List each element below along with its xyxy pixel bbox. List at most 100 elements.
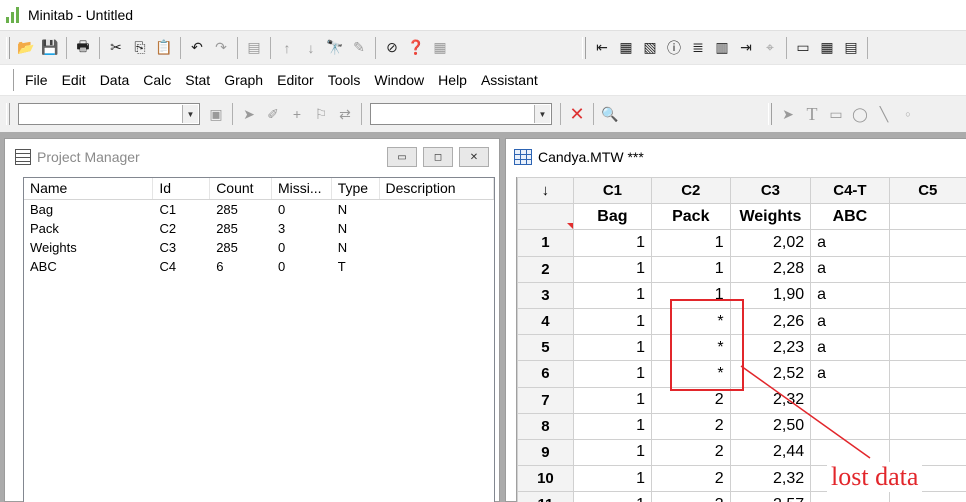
list-item[interactable]: Weights C3 285 0 N	[24, 238, 494, 257]
row-number[interactable]: 10	[517, 465, 574, 493]
table-cell[interactable]	[810, 386, 890, 414]
table-cell[interactable]: 3	[650, 491, 731, 502]
info-icon[interactable]: ⓘ	[663, 37, 685, 59]
minimize-button[interactable]: ▭	[387, 147, 417, 167]
table-cell[interactable]	[888, 386, 966, 414]
menu-data[interactable]: Data	[93, 72, 137, 88]
menu-assistant[interactable]: Assistant	[474, 72, 545, 88]
header-type[interactable]: Type	[332, 178, 380, 199]
table-cell[interactable]: 1	[572, 465, 652, 493]
table-cell[interactable]: 2,28	[729, 255, 812, 283]
paste-icon[interactable]: 📋	[153, 37, 175, 59]
session-window-icon[interactable]: ⇤	[591, 37, 613, 59]
cut-icon[interactable]: ✂	[105, 37, 127, 59]
table-cell[interactable]: 2,32	[729, 465, 812, 493]
table-cell[interactable]: a	[810, 307, 890, 336]
menu-graph[interactable]: Graph	[217, 72, 270, 88]
list-item[interactable]: Bag C1 285 0 N	[24, 200, 494, 219]
header-name[interactable]: Name	[24, 178, 154, 199]
table-cell[interactable]: 2	[650, 438, 731, 467]
menu-window[interactable]: Window	[367, 72, 431, 88]
row-number[interactable]: 6	[517, 360, 574, 388]
show-session-icon[interactable]: ▭	[792, 37, 814, 59]
table-cell[interactable]	[810, 412, 890, 440]
text-tool-icon[interactable]: T	[801, 103, 823, 125]
row-number[interactable]: 8	[517, 412, 574, 440]
replace-icon[interactable]: ✎	[348, 37, 370, 59]
column-name-cell[interactable]: ABC	[810, 203, 890, 231]
table-cell[interactable]	[888, 229, 966, 257]
header-description[interactable]: Description	[380, 178, 494, 199]
table-cell[interactable]	[888, 281, 966, 309]
ellipse-tool-icon[interactable]: ◯	[849, 103, 871, 125]
menu-edit[interactable]: Edit	[55, 72, 93, 88]
table-cell[interactable]	[888, 491, 966, 502]
worksheets-icon[interactable]: ▦	[615, 37, 637, 59]
related-documents-icon[interactable]: ⇥	[735, 37, 757, 59]
column-id-c3[interactable]: C3	[729, 177, 812, 205]
table-cell[interactable]	[888, 307, 966, 336]
table-cell[interactable]: 1	[572, 360, 652, 388]
help-icon[interactable]: ❓	[405, 37, 427, 59]
swap-icon[interactable]: ⇄	[334, 103, 356, 125]
line-tool-icon[interactable]: ╲	[873, 103, 895, 125]
table-cell[interactable]: 1	[572, 412, 652, 440]
row-number[interactable]: 4	[517, 307, 574, 336]
worksheet-titlebar[interactable]: Candya.MTW ***	[506, 139, 966, 175]
column-name-cell[interactable]	[888, 203, 966, 231]
marker-tool-icon[interactable]: ○	[897, 103, 919, 125]
copy-icon[interactable]: ⎘	[129, 37, 151, 59]
next-row-icon[interactable]: ↓	[300, 37, 322, 59]
stat-guide-icon[interactable]: ▦	[429, 37, 451, 59]
show-worksheet-icon[interactable]: ▦	[816, 37, 838, 59]
worksheet-dropdown[interactable]: ▼	[370, 103, 552, 125]
table-cell[interactable]: 1	[572, 307, 652, 336]
report-pad-icon[interactable]: ▥	[711, 37, 733, 59]
table-cell[interactable]: 1	[572, 255, 652, 283]
table-cell[interactable]: a	[810, 229, 890, 257]
table-cell[interactable]: 1	[572, 334, 652, 362]
row-number[interactable]: 11	[517, 491, 574, 502]
row-number[interactable]: 7	[517, 386, 574, 414]
rectangle-tool-icon[interactable]: ▭	[825, 103, 847, 125]
menu-calc[interactable]: Calc	[136, 72, 178, 88]
graph-element-dropdown[interactable]: ▼	[18, 103, 200, 125]
flag-icon[interactable]: ⚐	[310, 103, 332, 125]
data-direction-arrow[interactable]: ↓	[517, 177, 574, 205]
brush-icon[interactable]: ✐	[262, 103, 284, 125]
list-item[interactable]: ABC C4 6 0 T	[24, 257, 494, 276]
edit-last-dialog-icon[interactable]: ▤	[243, 37, 265, 59]
toolbar-grip[interactable]	[768, 103, 772, 125]
menu-tools[interactable]: Tools	[321, 72, 368, 88]
cancel-icon[interactable]: ⊘	[381, 37, 403, 59]
row-number[interactable]: 1	[517, 229, 574, 257]
project-manager-icon[interactable]: ▤	[840, 37, 862, 59]
table-cell[interactable]: 1	[572, 438, 652, 467]
open-icon[interactable]: 📂	[15, 37, 37, 59]
column-name-cell[interactable]: Pack	[650, 203, 731, 231]
column-name-cell[interactable]: Weights	[729, 203, 812, 231]
row-number[interactable]: 2	[517, 255, 574, 283]
table-cell[interactable]	[888, 360, 966, 388]
table-cell[interactable]	[810, 491, 890, 502]
table-cell[interactable]: a	[810, 281, 890, 309]
undo-icon[interactable]: ↶	[186, 37, 208, 59]
previous-row-icon[interactable]: ↑	[276, 37, 298, 59]
table-cell[interactable]	[888, 412, 966, 440]
maximize-button[interactable]: ◻	[423, 147, 453, 167]
name-row-header[interactable]	[517, 203, 574, 231]
table-cell[interactable]: 1	[572, 281, 652, 309]
redo-icon[interactable]: ↷	[210, 37, 232, 59]
close-button[interactable]: ✕	[459, 147, 489, 167]
header-count[interactable]: Count	[210, 178, 272, 199]
history-icon[interactable]: ≣	[687, 37, 709, 59]
chevron-down-icon[interactable]: ▼	[534, 105, 550, 123]
menu-editor[interactable]: Editor	[270, 72, 321, 88]
crosshairs-icon[interactable]: +	[286, 103, 308, 125]
delete-icon[interactable]: ✕	[566, 103, 588, 125]
toolbar-grip[interactable]	[582, 36, 586, 59]
table-cell[interactable]: a	[810, 360, 890, 388]
column-name-cell[interactable]: Bag	[572, 203, 652, 231]
column-id-c4[interactable]: C4-T	[810, 177, 890, 205]
table-cell[interactable]: 1	[650, 255, 731, 283]
